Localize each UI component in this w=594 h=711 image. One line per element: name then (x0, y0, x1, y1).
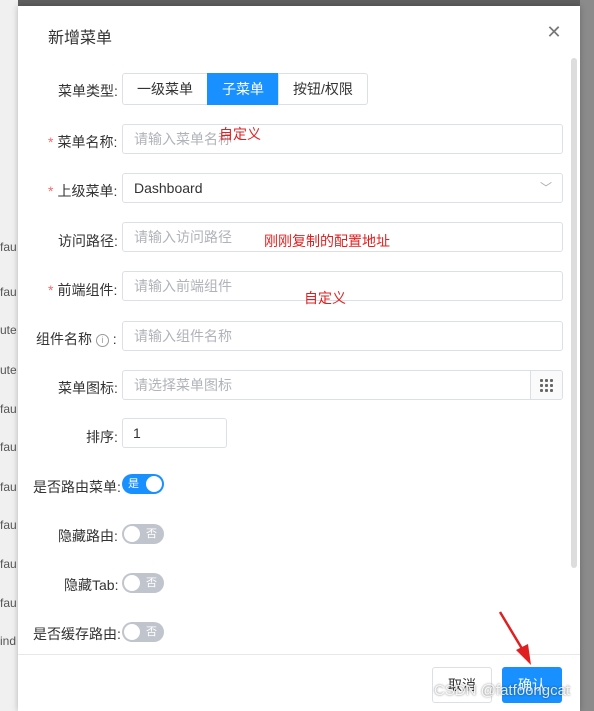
hide-route-switch-text: 否 (146, 528, 157, 540)
switch-knob (124, 624, 140, 640)
menu-icon-placeholder: 请选择菜单图标 (134, 377, 232, 393)
menu-name-placeholder: 请输入菜单名称 (134, 131, 232, 147)
keep-alive-label: 是否缓存路由: (33, 626, 121, 642)
menu-icon-label: 菜单图标: (58, 380, 118, 396)
parent-menu-select[interactable]: Dashboard ﹀ (122, 173, 563, 203)
switch-knob (146, 476, 162, 492)
watermark: CSDN @fatfoongcat (434, 682, 571, 699)
backdrop-cell: ind (0, 634, 17, 648)
parent-menu-value: Dashboard (134, 180, 203, 196)
footer-divider (18, 654, 580, 655)
required-mark: * (48, 183, 54, 199)
keep-alive-switch[interactable]: 否 (122, 622, 164, 642)
hide-tab-switch[interactable]: 否 (122, 573, 164, 593)
backdrop-cell: ute (0, 363, 17, 377)
is-route-switch-text: 是 (128, 478, 139, 490)
icon-picker-button[interactable] (530, 371, 562, 399)
hide-tab-label: 隐藏Tab: (64, 577, 119, 593)
is-route-label: 是否路由菜单: (33, 479, 121, 495)
backdrop-cell: fau (0, 440, 17, 454)
parent-menu-label: * 上级菜单: (48, 183, 118, 199)
backdrop-right (580, 0, 594, 711)
component-placeholder: 请输入前端组件 (134, 278, 232, 294)
hide-tab-switch-text: 否 (146, 577, 157, 589)
switch-knob (124, 575, 140, 591)
component-name-label: 组件名称 i : (36, 331, 117, 347)
component-name-placeholder: 请输入组件名称 (134, 328, 232, 344)
backdrop-cell: ute (0, 323, 17, 337)
keep-alive-switch-text: 否 (146, 626, 157, 638)
menu-type-label: 菜单类型: (58, 83, 118, 99)
menu-name-input[interactable]: 请输入菜单名称 (122, 124, 563, 154)
annotation-path: 刚刚复制的配置地址 (264, 233, 390, 249)
annotation-name: 自定义 (219, 126, 261, 142)
menu-type-option-top[interactable]: 一级菜单 (122, 73, 208, 105)
component-name-input[interactable]: 请输入组件名称 (122, 321, 563, 351)
hide-route-switch[interactable]: 否 (122, 524, 164, 544)
backdrop-cell: fau (0, 240, 17, 254)
path-label: 访问路径: (58, 233, 118, 249)
backdrop-cell: fau (0, 480, 17, 494)
menu-name-label: * 菜单名称: (48, 134, 118, 150)
menu-type-option-sub[interactable]: 子菜单 (207, 73, 279, 105)
required-mark: * (48, 134, 54, 150)
required-mark: * (48, 282, 54, 298)
info-icon: i (95, 333, 109, 347)
switch-knob (124, 526, 140, 542)
component-label: * 前端组件: (48, 282, 118, 298)
annotation-component: 自定义 (304, 290, 346, 306)
close-icon[interactable]: ✕ (546, 22, 562, 42)
backdrop-cell: fau (0, 596, 17, 610)
sort-input[interactable]: 1 (122, 418, 227, 448)
backdrop-table-column: fau fau ute ute fau fau fau fau fau fau … (0, 0, 18, 711)
backdrop-cell: fau (0, 402, 17, 416)
chevron-down-icon: ﹀ (539, 181, 552, 195)
backdrop-cell: fau (0, 285, 17, 299)
menu-type-option-button[interactable]: 按钮/权限 (278, 73, 368, 105)
grid-icon (540, 378, 553, 392)
dialog-title: 新增菜单 (48, 30, 113, 47)
is-route-switch[interactable]: 是 (122, 474, 164, 494)
dialog-scrollbar[interactable] (571, 58, 577, 568)
backdrop-cell: fau (0, 518, 17, 532)
backdrop-cell: fau (0, 557, 17, 571)
menu-icon-input[interactable]: 请选择菜单图标 (122, 370, 563, 400)
path-placeholder: 请输入访问路径 (134, 229, 232, 245)
add-menu-dialog: 新增菜单 ✕ 菜单类型: 一级菜单 子菜单 按钮/权限 * 菜单名称: 请输入菜单… (18, 6, 580, 711)
menu-type-selector: 一级菜单 子菜单 按钮/权限 (122, 73, 368, 105)
hide-route-label: 隐藏路由: (58, 528, 118, 544)
sort-label: 排序: (86, 429, 118, 445)
